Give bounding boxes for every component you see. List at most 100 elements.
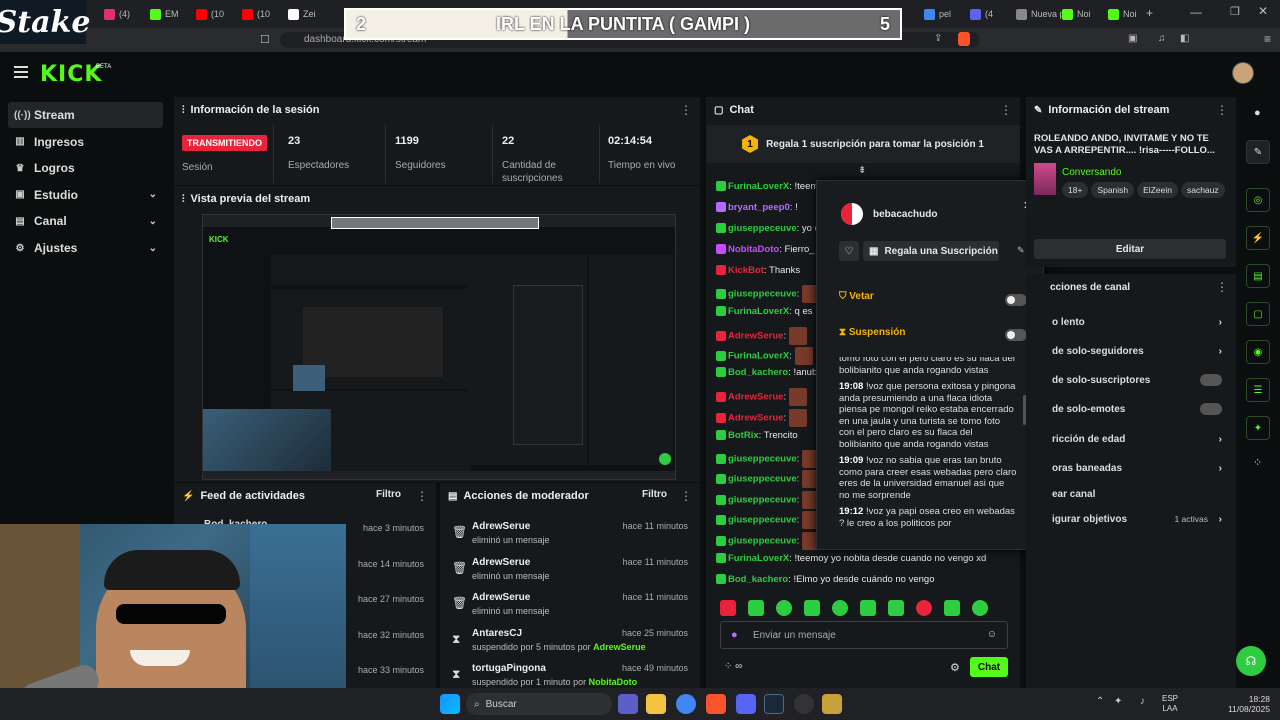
- action-toggle[interactable]: [1200, 403, 1222, 415]
- channel-action-row[interactable]: de solo-suscriptores: [1030, 367, 1230, 393]
- language-indicator[interactable]: ESP LAA: [1162, 694, 1178, 714]
- feed-kebab-icon[interactable]: ⋮: [416, 489, 428, 503]
- mod-user[interactable]: AdrewSerue: [472, 521, 530, 532]
- steam-icon[interactable]: [764, 694, 784, 714]
- tool-doc-icon[interactable]: ▤: [1246, 264, 1270, 288]
- user-avatar[interactable]: [1232, 62, 1254, 84]
- chevron-down-icon[interactable]: ⌄: [149, 243, 157, 254]
- chevron-right-icon[interactable]: ›: [1219, 514, 1222, 525]
- stream-tag[interactable]: Spanish: [1091, 182, 1135, 198]
- category-name[interactable]: Conversando: [1062, 167, 1121, 178]
- scroll-down-icon[interactable]: ⇟: [858, 165, 866, 176]
- channel-action-row[interactable]: o lento ›: [1030, 309, 1230, 335]
- mic-icon[interactable]: ●: [731, 629, 738, 641]
- mod-by-user[interactable]: NobitaDoto: [589, 677, 638, 687]
- channel-action-row[interactable]: de solo-emotes: [1030, 396, 1230, 422]
- chat-username[interactable]: Bod_kachero: [728, 574, 788, 585]
- chat-username[interactable]: FurinaLoverX: [728, 553, 789, 564]
- chat-username[interactable]: KickBot: [728, 265, 764, 276]
- popup-avatar[interactable]: [841, 203, 863, 225]
- chat-settings-icon[interactable]: ⚙: [950, 661, 960, 674]
- chat-input[interactable]: ● Enviar un mensaje ☺: [720, 621, 1008, 649]
- maximize-button[interactable]: ❐: [1230, 5, 1240, 18]
- stream-tag[interactable]: 18+: [1062, 182, 1089, 198]
- brave-icon[interactable]: [706, 694, 726, 714]
- chat-username[interactable]: FurinaLoverX: [728, 306, 789, 317]
- obs-icon[interactable]: [794, 694, 814, 714]
- kick-logo[interactable]: KICK: [40, 62, 102, 87]
- chat-username[interactable]: BotRix: [728, 430, 759, 441]
- chat-username[interactable]: AdrewSerue: [728, 413, 783, 424]
- chat-username[interactable]: giuseppeceuve: [728, 515, 797, 526]
- tray-chevron-icon[interactable]: ⌃: [1096, 696, 1104, 707]
- sidebar-item-logros[interactable]: ♛ Logros: [8, 155, 163, 181]
- browser-tab[interactable]: Noi: [1058, 4, 1095, 24]
- mod-by-user[interactable]: AdrewSerue: [593, 642, 646, 652]
- chat-users-icon[interactable]: ⁘ ∞: [724, 661, 742, 672]
- clock[interactable]: 18:28 11/08/2025: [1222, 694, 1270, 714]
- feed-filter-button[interactable]: Filtro: [376, 489, 401, 500]
- info-icon[interactable]: ●: [1254, 107, 1261, 119]
- mod-user[interactable]: AdrewSerue: [472, 592, 530, 603]
- popup-username[interactable]: bebacachudo: [873, 209, 937, 220]
- chat-username[interactable]: giuseppeceuve: [728, 536, 797, 547]
- chevron-right-icon[interactable]: ›: [1219, 346, 1222, 357]
- chevron-down-icon[interactable]: ⌄: [149, 216, 157, 227]
- chat-username[interactable]: FurinaLoverX: [728, 181, 789, 192]
- action-toggle[interactable]: [1200, 374, 1222, 386]
- tool-broadcast-icon[interactable]: ◉: [1246, 340, 1270, 364]
- chevron-right-icon[interactable]: ›: [1219, 317, 1222, 328]
- stream-tag[interactable]: sachauz: [1180, 182, 1225, 198]
- discord-icon[interactable]: [736, 694, 756, 714]
- vetar-toggle[interactable]: [1005, 294, 1027, 306]
- mod-user[interactable]: AdrewSerue: [472, 557, 530, 568]
- chat-username[interactable]: bryant_peep0: [728, 202, 790, 213]
- kebab-menu-icon[interactable]: ⋮: [680, 103, 692, 117]
- pinned-gift-banner[interactable]: 1 Regala 1 suscripción para tomar la pos…: [706, 125, 1020, 163]
- support-button[interactable]: ☊: [1236, 646, 1266, 676]
- gift-sub-button[interactable]: ▦ Regala una Suscripción: [863, 241, 999, 261]
- browser-tab[interactable]: (4: [966, 4, 997, 24]
- chat-username[interactable]: giuseppeceuve: [728, 289, 797, 300]
- mod-filter-button[interactable]: Filtro: [642, 489, 667, 500]
- explorer-icon[interactable]: [646, 694, 666, 714]
- browser-tab[interactable]: Zei: [284, 4, 320, 24]
- chat-username[interactable]: AdrewSerue: [728, 392, 783, 403]
- tool-chat-icon[interactable]: ▢: [1246, 302, 1270, 326]
- browser-tab[interactable]: (10: [192, 4, 228, 24]
- suspension-toggle[interactable]: [1005, 329, 1027, 341]
- sidebar-toggle-icon[interactable]: ◧: [1180, 33, 1189, 44]
- emote-9[interactable]: [944, 600, 960, 616]
- chat-send-button[interactable]: Chat: [970, 657, 1008, 677]
- emote-5[interactable]: [832, 600, 848, 616]
- tool-edit-icon[interactable]: ✎: [1246, 140, 1270, 164]
- emote-10[interactable]: [972, 600, 988, 616]
- follow-heart-button[interactable]: ♡: [839, 241, 859, 261]
- tool-bolt-icon[interactable]: ⚡: [1246, 226, 1270, 250]
- stream-preview-video[interactable]: KICK: [202, 214, 676, 480]
- sidebar-item-ingresos[interactable]: ▥ Ingresos: [8, 129, 163, 155]
- close-window-button[interactable]: ✕: [1258, 4, 1268, 18]
- extensions-icon[interactable]: ▣: [1128, 33, 1137, 44]
- brave-shield-icon[interactable]: [958, 32, 970, 46]
- browser-tab[interactable]: Noi: [1104, 4, 1141, 24]
- tool-apps-icon[interactable]: ⁘: [1253, 456, 1262, 469]
- mod-user[interactable]: AntaresCJ: [472, 628, 522, 639]
- chrome-icon[interactable]: [676, 694, 696, 714]
- music-icon[interactable]: ♫: [1158, 33, 1166, 44]
- chat-username[interactable]: giuseppeceuve: [728, 495, 797, 506]
- mod-user[interactable]: tortugaPingona: [472, 663, 546, 674]
- emote-2[interactable]: [748, 600, 764, 616]
- chat-username[interactable]: AdrewSerue: [728, 331, 783, 342]
- sidebar-item-estudio[interactable]: ▣ Estudio ⌄: [8, 182, 163, 208]
- mod-row[interactable]: 🗑︎ AdrewSerue eliminó un mensaje hace 11 m…: [440, 517, 700, 553]
- emote-3[interactable]: [776, 600, 792, 616]
- chevron-right-icon[interactable]: ›: [1219, 434, 1222, 445]
- browser-tab[interactable]: pel: [920, 4, 955, 24]
- pin-icon[interactable]: ✎: [1017, 245, 1025, 256]
- tool-list-icon[interactable]: ☰: [1246, 378, 1270, 402]
- chat-username[interactable]: FurinaLoverX: [728, 351, 789, 362]
- sidebar-item-ajustes[interactable]: ⚙ Ajustes ⌄: [8, 235, 163, 261]
- edit-stream-button[interactable]: Editar: [1034, 239, 1226, 259]
- emoji-icon[interactable]: ☺: [987, 629, 997, 640]
